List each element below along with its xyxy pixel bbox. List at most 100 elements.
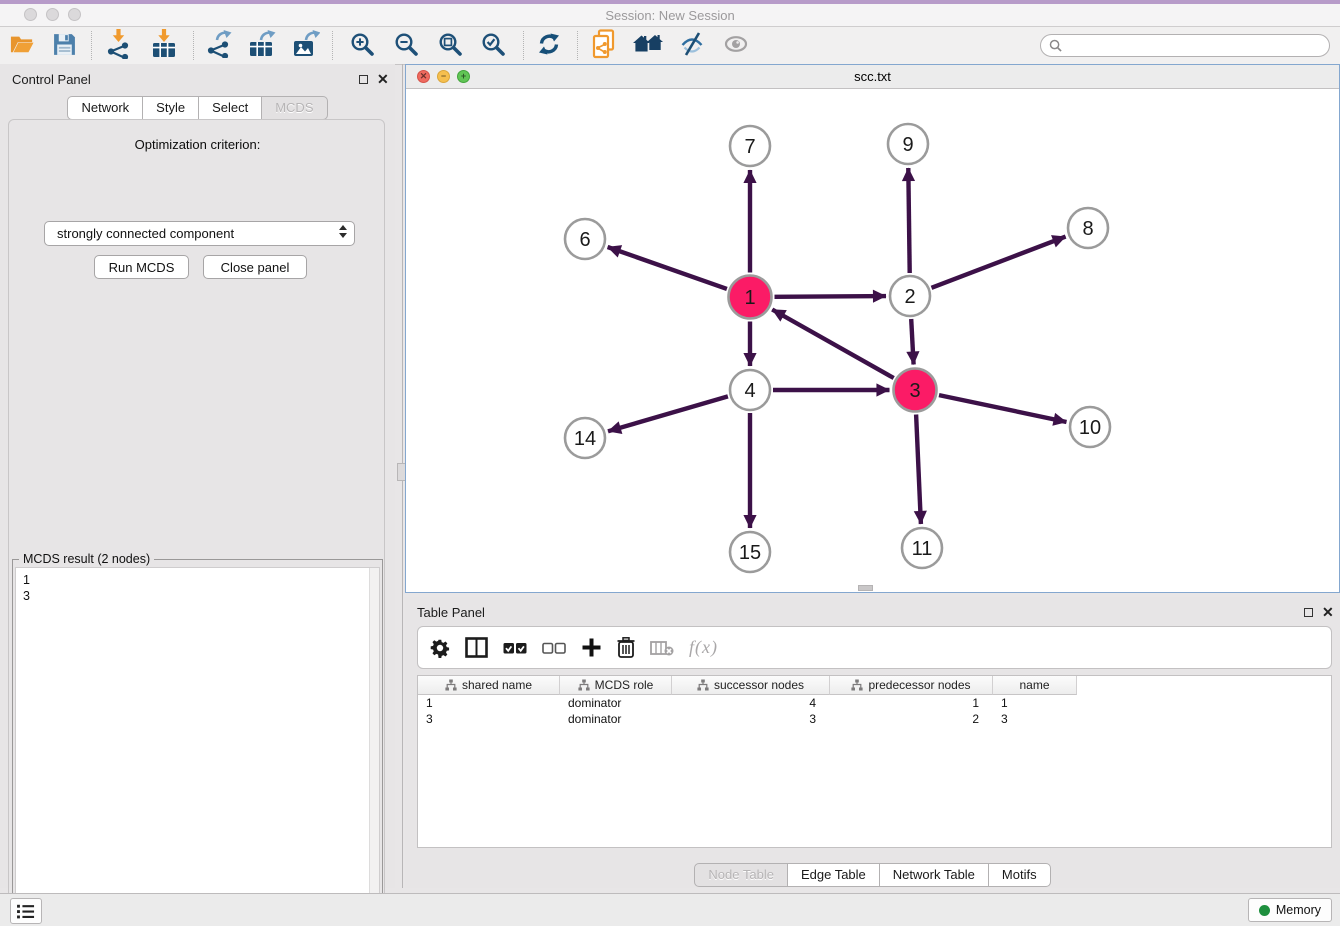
zoom-fit-button[interactable] bbox=[432, 29, 468, 62]
graph-edge[interactable] bbox=[775, 296, 887, 297]
zoom-fit-icon bbox=[437, 31, 463, 60]
toolbar-separator bbox=[577, 31, 578, 60]
export-table-icon bbox=[249, 30, 276, 61]
search-field[interactable] bbox=[1040, 34, 1330, 57]
zoom-in-button[interactable] bbox=[344, 29, 380, 62]
graph-node-label: 11 bbox=[912, 538, 933, 560]
eye-slash-icon bbox=[679, 31, 705, 60]
tab-network-table[interactable]: Network Table bbox=[879, 863, 989, 887]
result-item: 3 bbox=[23, 588, 30, 604]
application-window: Session: New Session bbox=[0, 0, 1340, 926]
graph-node-label: 15 bbox=[739, 542, 761, 564]
network-window-title: scc.txt bbox=[406, 69, 1339, 84]
refresh-icon bbox=[536, 31, 562, 60]
import-network-button[interactable] bbox=[100, 29, 136, 62]
close-panel-icon[interactable]: ✕ bbox=[377, 74, 389, 84]
open-session-button[interactable] bbox=[4, 29, 40, 62]
column-type-icon bbox=[851, 679, 863, 691]
column-header-predecessor-nodes[interactable]: predecessor nodes bbox=[830, 676, 993, 695]
column-header-name[interactable]: name bbox=[993, 676, 1077, 695]
table-settings-button[interactable] bbox=[430, 638, 450, 658]
column-header-successor-nodes[interactable]: successor nodes bbox=[672, 676, 830, 695]
graph-edge[interactable] bbox=[916, 415, 921, 525]
optimization-criterion-label: Optimization criterion: bbox=[0, 137, 395, 152]
new-network-from-selection-button[interactable] bbox=[586, 29, 622, 62]
graph-edge[interactable] bbox=[911, 319, 913, 365]
task-history-button[interactable] bbox=[10, 898, 42, 924]
close-panel-button[interactable]: Close panel bbox=[203, 255, 307, 279]
tab-network[interactable]: Network bbox=[67, 96, 143, 120]
network-window-titlebar: ✕ − + scc.txt bbox=[406, 65, 1339, 89]
graph-edge[interactable] bbox=[772, 310, 894, 379]
control-panel: Control Panel ✕ NetworkStyleSelectMCDS O… bbox=[0, 64, 395, 888]
node-table[interactable]: shared name MCDS role successor nodes prede… bbox=[417, 675, 1332, 848]
import-table-icon bbox=[151, 29, 177, 62]
tab-style[interactable]: Style bbox=[142, 96, 199, 120]
tab-node-table[interactable]: Node Table bbox=[694, 863, 788, 887]
tab-motifs[interactable]: Motifs bbox=[988, 863, 1051, 887]
table-cell: 1 bbox=[993, 696, 1077, 710]
table-cell: dominator bbox=[560, 712, 672, 726]
status-bar: Memory bbox=[0, 893, 1340, 926]
select-all-rows-button[interactable] bbox=[503, 639, 527, 657]
toolbar-separator bbox=[91, 31, 92, 60]
delete-selected-rows-button[interactable] bbox=[617, 637, 635, 658]
graph-edge[interactable] bbox=[908, 168, 909, 273]
zoom-selected-button[interactable] bbox=[475, 29, 511, 62]
run-mcds-button[interactable]: Run MCDS bbox=[94, 255, 189, 279]
graph-node-label: 10 bbox=[1079, 417, 1101, 439]
toolbar-separator bbox=[332, 31, 333, 60]
delete-column-button[interactable] bbox=[650, 639, 674, 657]
tab-select[interactable]: Select bbox=[198, 96, 262, 120]
close-table-panel-icon[interactable]: ✕ bbox=[1322, 607, 1334, 617]
memory-button[interactable]: Memory bbox=[1248, 898, 1332, 922]
toolbar-separator bbox=[523, 31, 524, 60]
houses-icon bbox=[633, 32, 663, 59]
show-all-button[interactable] bbox=[718, 29, 754, 62]
optimization-criterion-select[interactable]: strongly connected component bbox=[44, 221, 355, 246]
graph-edge[interactable] bbox=[608, 396, 728, 431]
result-scrollbar[interactable] bbox=[369, 568, 379, 926]
add-row-button[interactable] bbox=[581, 637, 602, 658]
result-item: 1 bbox=[23, 572, 30, 588]
memory-status-icon bbox=[1259, 905, 1270, 916]
hide-selected-button[interactable] bbox=[674, 29, 710, 62]
graph-node-label: 9 bbox=[902, 134, 913, 156]
search-input[interactable] bbox=[1066, 37, 1329, 54]
column-visibility-button[interactable] bbox=[465, 637, 488, 658]
export-table-button[interactable] bbox=[244, 29, 280, 62]
column-header-label: MCDS role bbox=[595, 678, 654, 692]
table-row[interactable]: 3dominator323 bbox=[418, 711, 1331, 727]
column-header-shared-name[interactable]: shared name bbox=[418, 676, 560, 695]
mcds-result-groupbox: MCDS result (2 nodes) 13 bbox=[12, 559, 383, 926]
function-builder-button[interactable]: f(x) bbox=[689, 637, 718, 658]
graph-edge[interactable] bbox=[939, 395, 1067, 422]
zoom-out-button[interactable] bbox=[388, 29, 424, 62]
zoom-out-icon bbox=[393, 31, 419, 60]
refresh-view-button[interactable] bbox=[531, 29, 567, 62]
graph-edge[interactable] bbox=[608, 247, 727, 289]
table-cell: 3 bbox=[672, 712, 830, 726]
column-header-mcds-role[interactable]: MCDS role bbox=[560, 676, 672, 695]
import-table-button[interactable] bbox=[146, 29, 182, 62]
float-panel-icon[interactable] bbox=[359, 75, 368, 84]
graph-edge[interactable] bbox=[932, 237, 1066, 288]
float-table-panel-icon[interactable] bbox=[1304, 608, 1313, 617]
export-image-button[interactable] bbox=[288, 29, 324, 62]
table-row[interactable]: 1dominator411 bbox=[418, 695, 1331, 711]
save-session-button[interactable] bbox=[46, 29, 82, 62]
export-network-button[interactable] bbox=[200, 29, 236, 62]
mcds-result-list[interactable]: 13 bbox=[15, 567, 380, 926]
graph-node-label: 1 bbox=[744, 287, 755, 309]
network-canvas[interactable]: 7968124314101511 bbox=[406, 88, 1339, 592]
first-neighbors-button[interactable] bbox=[630, 29, 666, 62]
network-window-grip[interactable] bbox=[858, 585, 873, 591]
search-icon bbox=[1049, 39, 1062, 52]
column-header-label: predecessor nodes bbox=[868, 678, 970, 692]
graph-node-label: 8 bbox=[1082, 218, 1093, 240]
tab-mcds[interactable]: MCDS bbox=[261, 96, 327, 120]
table-toolbar: f(x) bbox=[417, 626, 1332, 669]
tab-edge-table[interactable]: Edge Table bbox=[787, 863, 880, 887]
deselect-all-rows-button[interactable] bbox=[542, 639, 566, 657]
export-network-icon bbox=[204, 30, 232, 61]
